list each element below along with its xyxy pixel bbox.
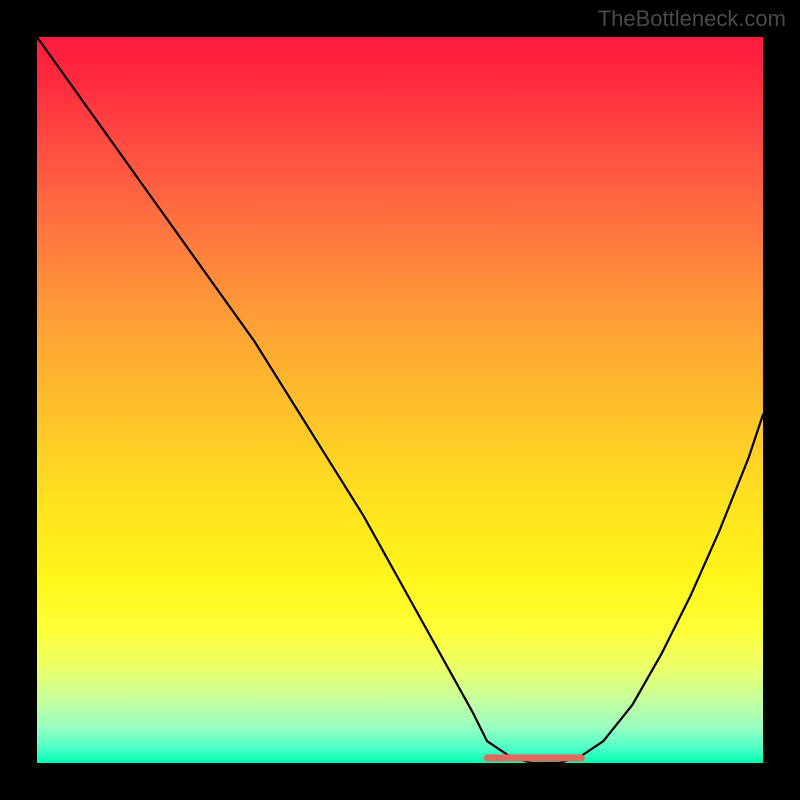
bottleneck-curve: [37, 37, 763, 763]
chart-plot-area: [37, 37, 763, 763]
watermark-text: TheBottleneck.com: [598, 6, 786, 32]
